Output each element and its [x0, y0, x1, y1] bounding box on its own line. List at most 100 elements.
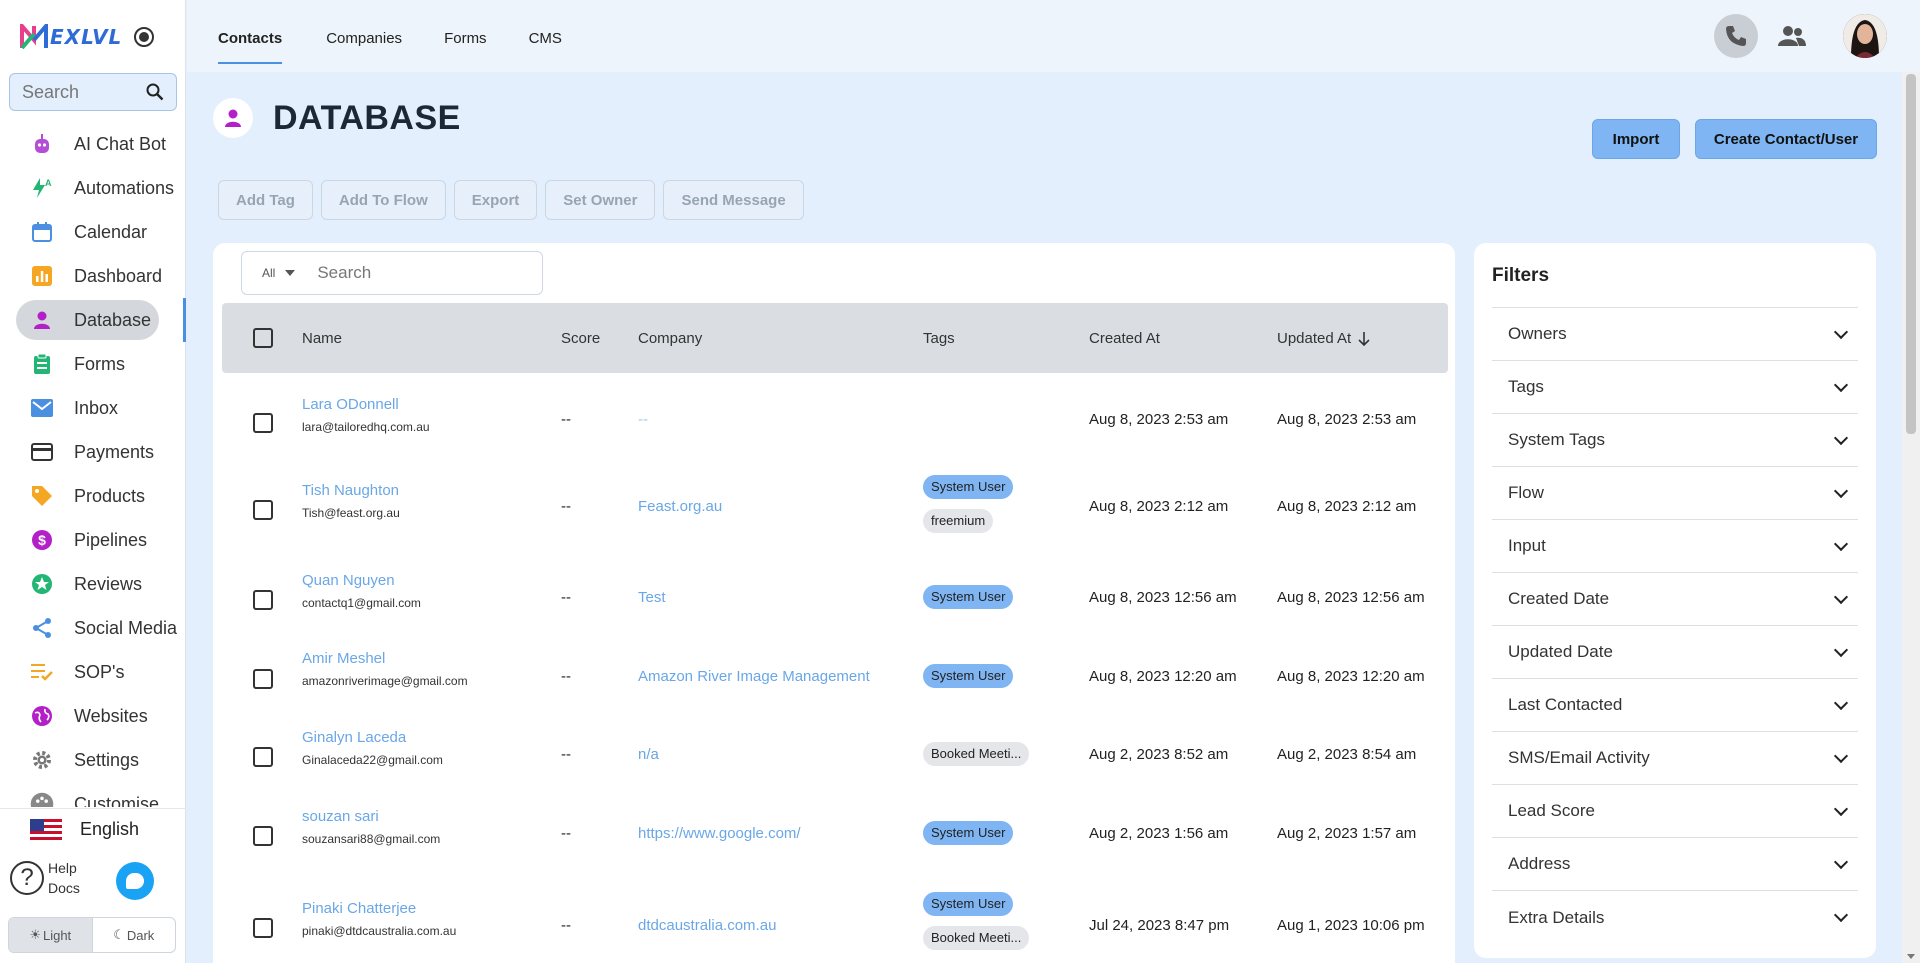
company-link[interactable]: -- — [638, 411, 648, 428]
tab-cms[interactable]: CMS — [529, 30, 562, 66]
updated-at-cell: Aug 8, 2023 2:12 am — [1277, 498, 1417, 515]
help-docs-link[interactable]: ? Help Docs — [10, 860, 80, 896]
score-cell: -- — [561, 668, 571, 685]
filter-extra-details[interactable]: Extra Details — [1492, 891, 1858, 944]
tag-chip[interactable]: System User — [923, 475, 1014, 499]
contact-name-link[interactable]: Pinaki Chatterjee — [302, 900, 456, 917]
contact-name-link[interactable]: souzan sari — [302, 808, 440, 825]
filter-lead-score[interactable]: Lead Score — [1492, 785, 1858, 838]
contact-name-link[interactable]: Lara ODonnell — [302, 396, 430, 413]
company-link[interactable]: https://www.google.com/ — [638, 825, 801, 842]
header-score[interactable]: Score — [561, 330, 600, 347]
contact-name-link[interactable]: Tish Naughton — [302, 482, 400, 499]
tab-companies[interactable]: Companies — [326, 30, 402, 66]
add-tag-button[interactable]: Add Tag — [218, 180, 313, 220]
team-button[interactable] — [1770, 14, 1814, 58]
sidebar-item-pipelines[interactable]: $ Pipelines — [0, 518, 186, 562]
svg-text:A: A — [45, 178, 52, 188]
tab-forms[interactable]: Forms — [444, 30, 487, 66]
header-name[interactable]: Name — [302, 330, 342, 347]
export-button[interactable]: Export — [453, 180, 538, 220]
tag-chip[interactable]: System User — [923, 585, 1014, 609]
tag-chip[interactable]: System User — [923, 892, 1014, 916]
filter-label: Last Contacted — [1508, 695, 1623, 714]
tab-contacts[interactable]: Contacts — [218, 30, 283, 66]
filter-system-tags[interactable]: System Tags — [1492, 414, 1858, 467]
filter-all-dropdown[interactable]: All — [262, 266, 275, 280]
scrollbar-thumb[interactable] — [1906, 74, 1916, 434]
row-checkbox[interactable] — [253, 413, 273, 433]
phone-button[interactable] — [1714, 14, 1758, 58]
filter-owners[interactable]: Owners — [1492, 308, 1858, 361]
row-checkbox[interactable] — [253, 500, 273, 520]
header-company[interactable]: Company — [638, 330, 702, 347]
filter-input[interactable]: Input — [1492, 520, 1858, 573]
sidebar-item-automations[interactable]: A Automations — [0, 166, 186, 210]
row-checkbox[interactable] — [253, 918, 273, 938]
create-contact-button[interactable]: Create Contact/User — [1695, 119, 1877, 159]
sidebar-item-websites[interactable]: Websites — [0, 694, 186, 738]
filter-updated-date[interactable]: Updated Date — [1492, 626, 1858, 679]
company-link[interactable]: Test — [638, 589, 666, 606]
filter-flow[interactable]: Flow — [1492, 467, 1858, 520]
select-all-checkbox[interactable] — [253, 328, 273, 348]
filter-created-date[interactable]: Created Date — [1492, 573, 1858, 626]
sidebar-item-database[interactable]: Database — [0, 298, 186, 342]
contact-name-link[interactable]: Quan Nguyen — [302, 572, 421, 589]
language-selector[interactable]: English — [0, 808, 186, 850]
sidebar-search-input[interactable]: Search — [9, 73, 177, 111]
set-owner-button[interactable]: Set Owner — [545, 180, 656, 220]
tag-chip[interactable]: System User — [923, 664, 1014, 688]
company-link[interactable]: n/a — [638, 746, 659, 763]
import-button[interactable]: Import — [1592, 119, 1680, 159]
sidebar-item-reviews[interactable]: Reviews — [0, 562, 186, 606]
page-scrollbar[interactable] — [1902, 72, 1920, 963]
company-link[interactable]: dtdcaustralia.com.au — [638, 917, 776, 934]
contact-name-link[interactable]: Amir Meshel — [302, 650, 468, 667]
sidebar-item-products[interactable]: Products — [0, 474, 186, 518]
sidebar-item-sops[interactable]: SOP's — [0, 650, 186, 694]
contact-name-link[interactable]: Ginalyn Laceda — [302, 729, 443, 746]
sidebar-item-payments[interactable]: Payments — [0, 430, 186, 474]
send-message-button[interactable]: Send Message — [663, 180, 804, 220]
company-link[interactable]: Amazon River Image Management — [638, 668, 870, 685]
header-tags[interactable]: Tags — [923, 330, 955, 347]
sidebar-item-calendar[interactable]: Calendar — [0, 210, 186, 254]
chat-bubble-button[interactable] — [116, 862, 154, 900]
sidebar-item-ai-chat-bot[interactable]: AI Chat Bot — [0, 122, 186, 166]
user-avatar[interactable] — [1843, 14, 1887, 58]
tag-chip[interactable]: Booked Meeti... — [923, 926, 1030, 950]
contact-email: lara@tailoredhq.com.au — [302, 420, 430, 434]
header-updated-at[interactable]: Updated At — [1277, 330, 1371, 347]
database-person-icon — [213, 98, 253, 138]
tag-chip[interactable]: freemium — [923, 509, 994, 533]
table-search-input[interactable]: All Search — [241, 251, 543, 295]
logo[interactable]: EXLVL — [20, 20, 155, 50]
row-checkbox[interactable] — [253, 747, 273, 767]
filter-label: Updated Date — [1508, 642, 1613, 661]
filter-tags[interactable]: Tags — [1492, 361, 1858, 414]
record-toggle-icon[interactable] — [134, 27, 155, 47]
sidebar-item-forms[interactable]: Forms — [0, 342, 186, 386]
scroll-down-arrow-icon[interactable] — [1907, 954, 1915, 959]
tag-chip[interactable]: Booked Meeti... — [923, 742, 1030, 766]
sidebar-item-settings[interactable]: Settings — [0, 738, 186, 782]
add-to-flow-button[interactable]: Add To Flow — [320, 180, 446, 220]
created-at-cell: Aug 8, 2023 12:20 am — [1089, 668, 1237, 685]
sidebar-item-social-media[interactable]: Social Media — [0, 606, 186, 650]
sidebar-item-inbox[interactable]: Inbox — [0, 386, 186, 430]
tag-chip[interactable]: System User — [923, 821, 1014, 845]
sidebar-item-dashboard[interactable]: Dashboard — [0, 254, 186, 298]
row-checkbox[interactable] — [253, 590, 273, 610]
row-checkbox[interactable] — [253, 669, 273, 689]
filter-last-contacted[interactable]: Last Contacted — [1492, 679, 1858, 732]
chevron-down-icon — [1833, 854, 1849, 869]
row-checkbox[interactable] — [253, 826, 273, 846]
header-created-at[interactable]: Created At — [1089, 330, 1160, 347]
dark-theme-button[interactable]: ☾ Dark — [93, 918, 176, 952]
filter-sms-email-activity[interactable]: SMS/Email Activity — [1492, 732, 1858, 785]
filter-address[interactable]: Address — [1492, 838, 1858, 891]
sidebar-item-customise[interactable]: Customise — [0, 782, 186, 807]
company-link[interactable]: Feast.org.au — [638, 498, 722, 515]
light-theme-button[interactable]: ☀ Light — [9, 918, 93, 952]
